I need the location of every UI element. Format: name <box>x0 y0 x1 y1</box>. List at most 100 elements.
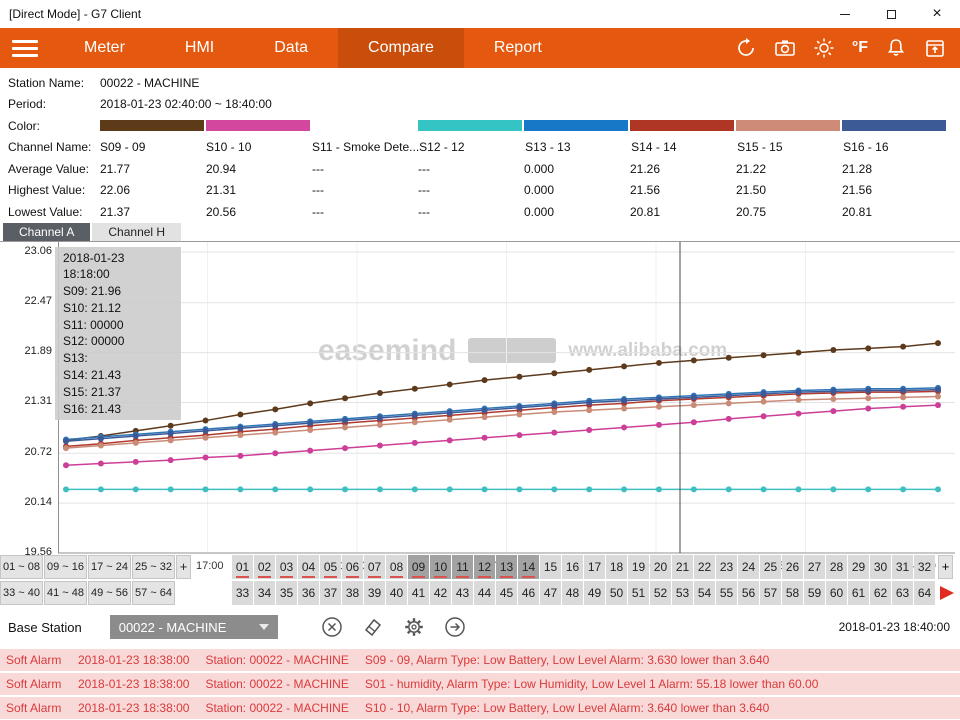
channel-group-button[interactable]: 41 ~ 48 <box>44 581 87 605</box>
brightness-button[interactable] <box>813 37 835 59</box>
alarm-row[interactable]: Soft Alarm2018-01-23 18:38:00Station: 00… <box>0 673 960 695</box>
channel-cell-38[interactable]: 38 <box>342 581 363 605</box>
channel-cell-43[interactable]: 43 <box>452 581 473 605</box>
nav-item-hmi[interactable]: HMI <box>155 28 244 68</box>
nav-item-data[interactable]: Data <box>244 28 338 68</box>
channel-cell-02[interactable]: 02 <box>254 555 275 579</box>
screenshot-button[interactable] <box>774 37 796 59</box>
chart-plot-area[interactable] <box>58 242 955 554</box>
channel-cell-24[interactable]: 24 <box>738 555 759 579</box>
channel-cell-25[interactable]: 25 <box>760 555 781 579</box>
channel-cell-49[interactable]: 49 <box>584 581 605 605</box>
channel-cell-28[interactable]: 28 <box>826 555 847 579</box>
add-channel-button[interactable]: + <box>938 555 953 579</box>
channel-cell-04[interactable]: 04 <box>298 555 319 579</box>
channel-group-button[interactable]: 57 ~ 64 <box>132 581 175 605</box>
channel-cell-06[interactable]: 06 <box>342 555 363 579</box>
channel-cell-64[interactable]: 64 <box>914 581 935 605</box>
channel-cell-34[interactable]: 34 <box>254 581 275 605</box>
tab-channel-a[interactable]: Channel A <box>3 223 90 241</box>
channel-cell-46[interactable]: 46 <box>518 581 539 605</box>
go-button[interactable] <box>443 615 467 639</box>
channel-cell-29[interactable]: 29 <box>848 555 869 579</box>
channel-group-button[interactable]: 25 ~ 32 <box>132 555 175 579</box>
nav-item-report[interactable]: Report <box>464 28 572 68</box>
channel-cell-45[interactable]: 45 <box>496 581 517 605</box>
channel-cell-26[interactable]: 26 <box>782 555 803 579</box>
channel-cell-36[interactable]: 36 <box>298 581 319 605</box>
channel-cell-40[interactable]: 40 <box>386 581 407 605</box>
channel-cell-17[interactable]: 17 <box>584 555 605 579</box>
tab-channel-h[interactable]: Channel H <box>92 223 181 241</box>
channel-cell-05[interactable]: 05 <box>320 555 341 579</box>
channel-cell-16[interactable]: 16 <box>562 555 583 579</box>
alarm-row[interactable]: Soft Alarm2018-01-23 18:38:00Station: 00… <box>0 697 960 719</box>
channel-group-button[interactable]: 33 ~ 40 <box>0 581 43 605</box>
scroll-right-arrow[interactable] <box>940 586 954 600</box>
channel-group-button[interactable]: 49 ~ 56 <box>88 581 131 605</box>
channel-cell-33[interactable]: 33 <box>232 581 253 605</box>
channel-cell-51[interactable]: 51 <box>628 581 649 605</box>
channel-cell-35[interactable]: 35 <box>276 581 297 605</box>
channel-cell-14[interactable]: 14 <box>518 555 539 579</box>
channel-cell-53[interactable]: 53 <box>672 581 693 605</box>
channel-cell-27[interactable]: 27 <box>804 555 825 579</box>
channel-cell-32[interactable]: 32 <box>914 555 935 579</box>
maximize-button[interactable] <box>868 0 914 28</box>
save-alarm-button[interactable] <box>924 37 946 59</box>
channel-cell-13[interactable]: 13 <box>496 555 517 579</box>
channel-cell-52[interactable]: 52 <box>650 581 671 605</box>
channel-cell-08[interactable]: 08 <box>386 555 407 579</box>
channel-cell-30[interactable]: 30 <box>870 555 891 579</box>
channel-cell-60[interactable]: 60 <box>826 581 847 605</box>
channel-group-button[interactable]: 09 ~ 16 <box>44 555 87 579</box>
channel-cell-55[interactable]: 55 <box>716 581 737 605</box>
channel-cell-19[interactable]: 19 <box>628 555 649 579</box>
channel-cell-12[interactable]: 12 <box>474 555 495 579</box>
channel-cell-18[interactable]: 18 <box>606 555 627 579</box>
channel-cell-50[interactable]: 50 <box>606 581 627 605</box>
add-group-button[interactable]: + <box>176 555 191 579</box>
erase-button[interactable] <box>361 615 385 639</box>
channel-cell-07[interactable]: 07 <box>364 555 385 579</box>
channel-cell-58[interactable]: 58 <box>782 581 803 605</box>
alarm-row[interactable]: Soft Alarm2018-01-23 18:38:00Station: 00… <box>0 649 960 671</box>
channel-cell-03[interactable]: 03 <box>276 555 297 579</box>
channel-cell-23[interactable]: 23 <box>716 555 737 579</box>
channel-cell-54[interactable]: 54 <box>694 581 715 605</box>
nav-item-meter[interactable]: Meter <box>54 28 155 68</box>
channel-cell-44[interactable]: 44 <box>474 581 495 605</box>
channel-cell-11[interactable]: 11 <box>452 555 473 579</box>
channel-cell-39[interactable]: 39 <box>364 581 385 605</box>
refresh-button[interactable] <box>735 37 757 59</box>
channel-cell-48[interactable]: 48 <box>562 581 583 605</box>
channel-cell-62[interactable]: 62 <box>870 581 891 605</box>
alarm-mute-button[interactable] <box>885 37 907 59</box>
channel-cell-10[interactable]: 10 <box>430 555 451 579</box>
channel-cell-42[interactable]: 42 <box>430 581 451 605</box>
channel-group-button[interactable]: 17 ~ 24 <box>88 555 131 579</box>
channel-cell-57[interactable]: 57 <box>760 581 781 605</box>
clear-button[interactable] <box>320 615 344 639</box>
settings-button[interactable] <box>402 615 426 639</box>
channel-cell-37[interactable]: 37 <box>320 581 341 605</box>
channel-cell-56[interactable]: 56 <box>738 581 759 605</box>
nav-item-compare[interactable]: Compare <box>338 28 464 68</box>
channel-cell-47[interactable]: 47 <box>540 581 561 605</box>
channel-cell-09[interactable]: 09 <box>408 555 429 579</box>
minimize-button[interactable] <box>822 0 868 28</box>
channel-cell-59[interactable]: 59 <box>804 581 825 605</box>
channel-cell-63[interactable]: 63 <box>892 581 913 605</box>
temperature-unit-button[interactable]: °F <box>852 39 868 57</box>
channel-cell-61[interactable]: 61 <box>848 581 869 605</box>
channel-group-button[interactable]: 01 ~ 08 <box>0 555 43 579</box>
channel-cell-22[interactable]: 22 <box>694 555 715 579</box>
channel-cell-41[interactable]: 41 <box>408 581 429 605</box>
close-button[interactable]: × <box>914 0 960 28</box>
channel-cell-31[interactable]: 31 <box>892 555 913 579</box>
base-station-dropdown[interactable]: 00022 - MACHINE <box>110 615 278 639</box>
channel-cell-21[interactable]: 21 <box>672 555 693 579</box>
hamburger-menu-button[interactable] <box>12 36 38 61</box>
channel-cell-20[interactable]: 20 <box>650 555 671 579</box>
channel-cell-01[interactable]: 01 <box>232 555 253 579</box>
